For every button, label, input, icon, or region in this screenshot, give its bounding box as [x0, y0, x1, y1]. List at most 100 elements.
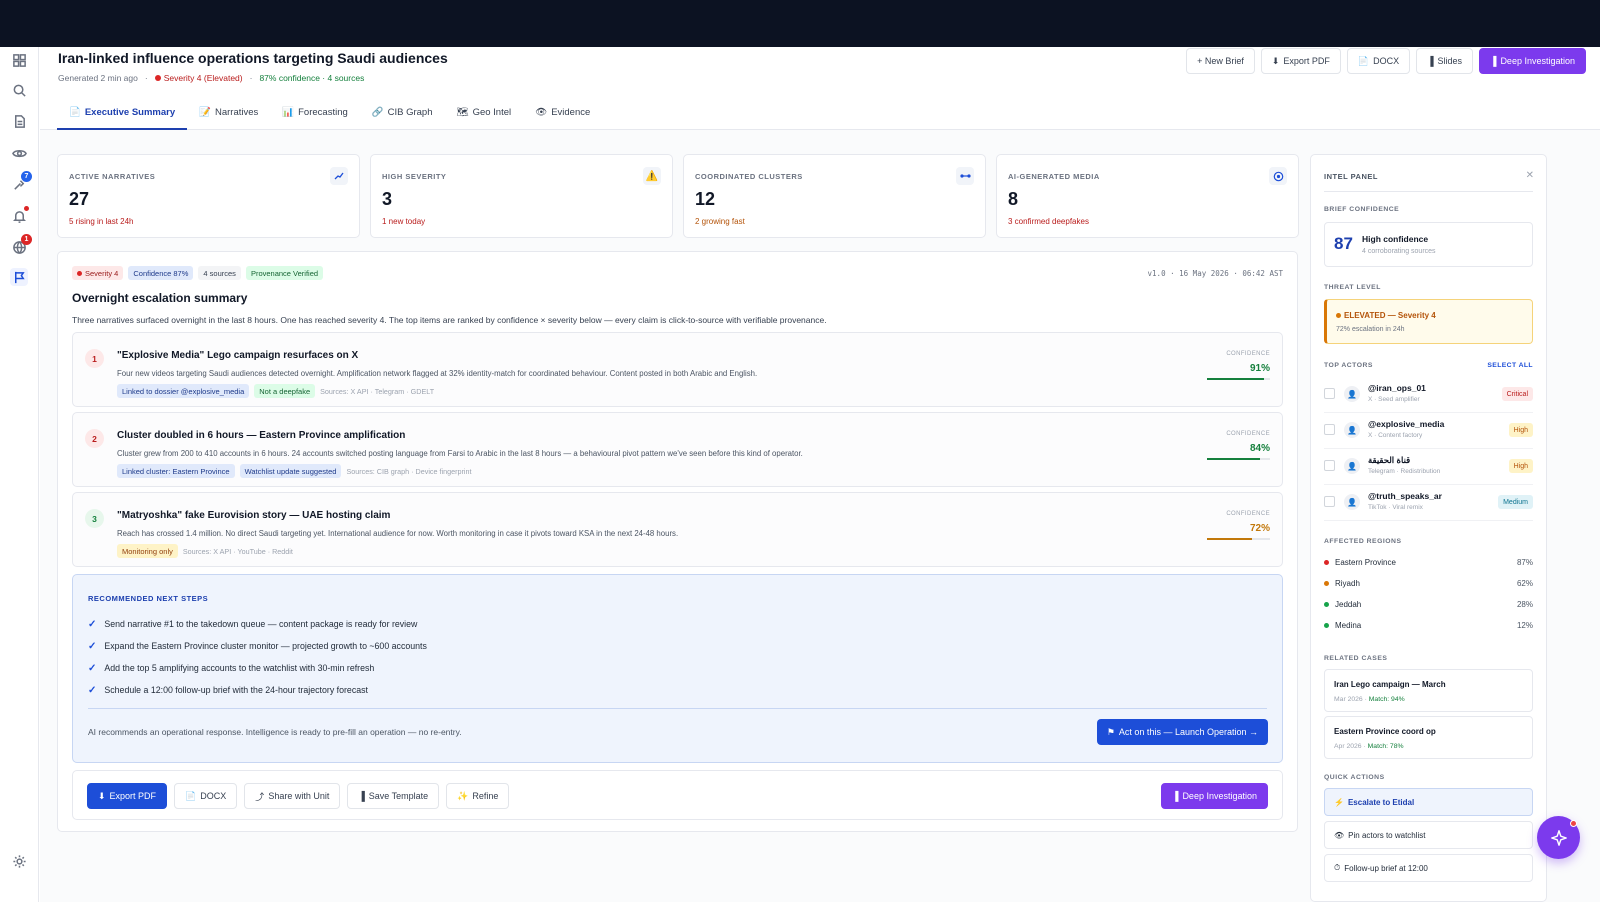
check-icon: ✓: [88, 684, 97, 696]
ai-note: AI recommends an operational response. I…: [88, 727, 462, 737]
new-brief-button[interactable]: + New Brief: [1186, 48, 1255, 74]
item-tag[interactable]: Watchlist update suggested: [239, 464, 342, 478]
actor-checkbox[interactable]: [1324, 424, 1335, 435]
actor-checkbox[interactable]: [1324, 460, 1335, 471]
deep-investigation-button[interactable]: ▐ Deep Investigation: [1479, 48, 1586, 74]
kpi-card-coordinated-clusters[interactable]: COORDINATED CLUSTERS 12 2 growing fast: [683, 154, 986, 238]
clock-icon: ⏱: [1334, 863, 1341, 872]
warning-icon: ⚠️: [643, 167, 661, 185]
narrative-item[interactable]: 2 Cluster doubled in 6 hours — Eastern P…: [72, 412, 1283, 487]
item-tag[interactable]: Linked cluster: Eastern Province: [117, 464, 235, 478]
actor-row[interactable]: 👤 @iran_ops_01 X · Seed amplifier Critic…: [1324, 377, 1533, 413]
settings-icon[interactable]: [10, 852, 28, 870]
actor-desc: X · Content factory: [1368, 432, 1423, 439]
sources-chip: 4 sources: [198, 266, 241, 280]
kpi-card-ai-generated-media[interactable]: AI-GENERATED MEDIA 8 3 confirmed deepfak…: [996, 154, 1299, 238]
kpi-label: HIGH SEVERITY: [382, 172, 447, 181]
item-tags: Linked to dossier @explosive_media Not a…: [117, 384, 434, 398]
actor-row[interactable]: 👤 قناة الحقيقة Telegram · Redistribution…: [1324, 449, 1533, 485]
slides-button[interactable]: ▐ Slides: [1416, 48, 1474, 74]
page-header: Iran-linked influence operations targeti…: [40, 47, 1600, 130]
target-badge: 7: [21, 171, 32, 182]
item-title: "Matryoshka" fake Eurovision story — UAE…: [117, 510, 391, 521]
step-text: Send narrative #1 to the takedown queue …: [104, 619, 418, 629]
item-tag[interactable]: Linked to dossier @explosive_media: [117, 384, 250, 398]
case-card[interactable]: Iran Lego campaign — March Mar 2026 · Ma…: [1324, 669, 1533, 712]
item-number: 1: [85, 349, 104, 368]
share-icon: ⤴: [255, 791, 265, 802]
confidence-label: CONFIDENCE: [1226, 351, 1270, 357]
docx-button[interactable]: 📄 DOCX: [174, 783, 238, 809]
ai-assistant-button[interactable]: [1537, 816, 1580, 859]
escalate-button[interactable]: ⚡ Escalate to Etidal: [1324, 788, 1533, 816]
severity-dot: [154, 75, 161, 81]
actor-row[interactable]: 👤 @explosive_media X · Content factory H…: [1324, 413, 1533, 449]
confidence-bar: [1207, 378, 1270, 380]
file-icon: 📄: [1357, 55, 1370, 66]
refine-button[interactable]: ✨ Refine: [446, 783, 510, 809]
export-pdf-button[interactable]: ⬇ Export PDF: [1260, 48, 1341, 74]
launch-label: Act on this — Launch Operation →: [1118, 727, 1258, 737]
export-pdf-button[interactable]: ⬇ Export PDF: [87, 783, 168, 809]
case-title: Iran Lego campaign — March: [1334, 680, 1446, 689]
slides-label: Slides: [1437, 56, 1463, 66]
template-icon: ▐: [358, 791, 365, 801]
threat-level-label: THREAT LEVEL: [1324, 284, 1381, 291]
case-meta: Apr 2026 · Match: 78%: [1334, 743, 1404, 750]
docx-button[interactable]: 📄 DOCX: [1346, 48, 1411, 74]
confidence-value: 91%: [1249, 363, 1270, 374]
list-item: ✓ Schedule a 12:00 follow-up brief with t…: [88, 679, 427, 701]
flag-icon[interactable]: [10, 268, 28, 286]
actor-badge: High: [1508, 423, 1533, 437]
confidence-bar: [1207, 458, 1270, 460]
follow-up-button[interactable]: ⏱ Follow-up brief at 12:00: [1324, 854, 1533, 882]
tab-icon: 📊: [282, 107, 295, 118]
share-with-unit-button[interactable]: ⤴ Share with Unit: [244, 783, 341, 809]
close-icon[interactable]: ✕: [1526, 170, 1534, 181]
narrative-item[interactable]: 3 "Matryoshka" fake Eurovision story — U…: [72, 492, 1283, 567]
region-dot: [1324, 580, 1329, 586]
target-icon[interactable]: 7: [10, 171, 32, 193]
save-template-button[interactable]: ▐ Save Template: [347, 783, 440, 809]
grid-icon[interactable]: [10, 51, 28, 69]
search-icon[interactable]: [10, 81, 28, 99]
tab-evidence[interactable]: 👁 Evidence: [523, 97, 602, 128]
panel-title: INTEL PANEL: [1324, 172, 1378, 181]
tab-forecasting[interactable]: 📊 Forecasting: [270, 97, 359, 128]
confidence-text: High confidence: [1362, 234, 1429, 244]
threat-dot: [1336, 313, 1341, 318]
tab-geo-intel[interactable]: 🗺 Geo Intel: [445, 97, 524, 128]
document-icon[interactable]: [10, 112, 28, 130]
tab-cib-graph[interactable]: 🔗 CIB Graph: [360, 97, 445, 128]
summary-card: Severity 4 Confidence 87% 4 sources Prov…: [57, 251, 1298, 832]
deep-investigation-button[interactable]: ▐ Deep Investigation: [1161, 783, 1268, 809]
select-all-link[interactable]: SELECT ALL: [1487, 362, 1533, 369]
tab-label: Narratives: [214, 107, 259, 118]
launch-operation-button[interactable]: ⚑ Act on this — Launch Operation →: [1096, 719, 1268, 745]
brief-confidence-label: BRIEF CONFIDENCE: [1324, 206, 1400, 213]
actor-handle: @iran_ops_01: [1368, 383, 1426, 393]
actor-checkbox[interactable]: [1324, 496, 1335, 507]
download-icon: ⬇: [98, 790, 106, 801]
threat-level-box: ELEVATED — Severity 4 72% escalation in …: [1324, 299, 1533, 344]
item-tags: Linked cluster: Eastern Province Watchli…: [117, 464, 471, 478]
region-pct: 28%: [1516, 599, 1533, 609]
tab-label: CIB Graph: [387, 107, 433, 118]
tab-executive-summary[interactable]: 📄 Executive Summary: [57, 97, 188, 130]
narrative-item[interactable]: 1 "Explosive Media" Lego campaign resurf…: [72, 332, 1283, 407]
case-match: Match: 78%: [1367, 743, 1404, 750]
pin-actors-button[interactable]: 👁 Pin actors to watchlist: [1324, 821, 1533, 849]
item-tag[interactable]: Monitoring only: [117, 544, 178, 558]
globe-icon[interactable]: 1: [10, 234, 32, 256]
item-tag[interactable]: Not a deepfake: [254, 384, 316, 398]
case-card[interactable]: Eastern Province coord op Apr 2026 · Mat…: [1324, 716, 1533, 759]
eye-icon[interactable]: [10, 144, 28, 162]
tab-narratives[interactable]: 📝 Narratives: [187, 97, 270, 128]
tab-icon: 👁: [535, 107, 548, 118]
actor-checkbox[interactable]: [1324, 388, 1335, 399]
bell-icon[interactable]: [10, 206, 29, 225]
kpi-card-active-narratives[interactable]: ACTIVE NARRATIVES 27 5 rising in last 24…: [57, 154, 360, 238]
summary-actions: ⬇ Export PDF 📄 DOCX ⤴ Share with Unit ▐ Save…: [72, 770, 1283, 820]
kpi-card-high-severity[interactable]: HIGH SEVERITY 3 1 new today ⚠️: [370, 154, 673, 238]
actor-row[interactable]: 👤 @truth_speaks_ar TikTok · Viral remix …: [1324, 485, 1533, 521]
